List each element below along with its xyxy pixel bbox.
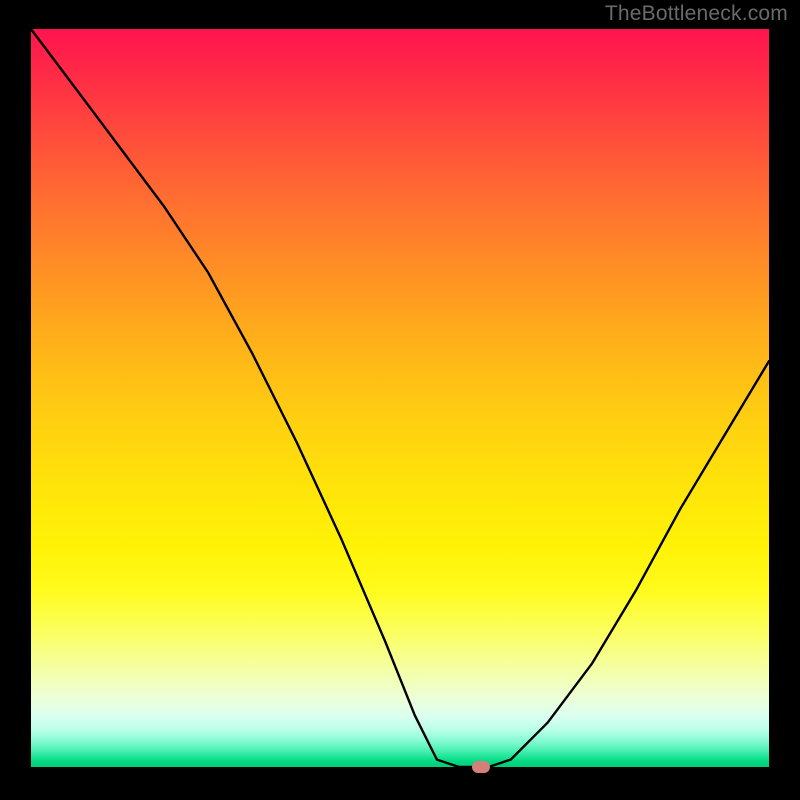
- watermark-text: TheBottleneck.com: [605, 2, 788, 26]
- chart-frame: TheBottleneck.com: [0, 0, 800, 800]
- curve-path: [31, 29, 769, 767]
- optimal-marker: [472, 761, 490, 773]
- bottleneck-curve: [31, 29, 769, 767]
- plot-area: [31, 29, 769, 767]
